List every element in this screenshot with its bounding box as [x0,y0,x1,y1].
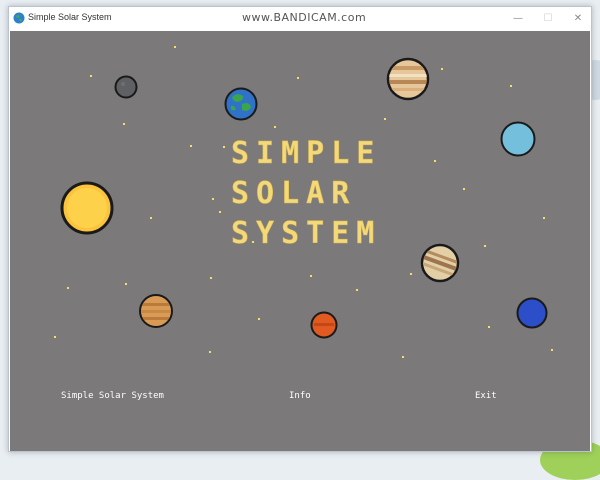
star [190,145,192,147]
star [54,336,56,338]
star [125,283,127,285]
menu-info-button[interactable]: Info [289,391,311,401]
jupiter-planet [386,57,430,101]
sun-planet [60,181,114,235]
app-icon [13,12,25,24]
star [551,349,553,351]
title-bar[interactable]: Simple Solar System www.BANDICAM.com — ☐… [9,7,591,30]
star [356,289,358,291]
star [258,318,260,320]
star [90,75,92,77]
star [310,275,312,277]
earth-planet [224,87,258,121]
star [410,273,412,275]
star [543,217,545,219]
mars-planet [310,311,338,339]
star [402,356,404,358]
saturn-planet [420,243,460,283]
close-icon: ✕ [573,13,583,24]
star [297,77,299,79]
star [488,326,490,328]
mercury-planet [114,75,138,99]
venus-planet [139,294,173,328]
star [150,217,152,219]
neptune-planet [516,297,548,329]
minimize-icon: — [513,13,523,24]
window-title: Simple Solar System [28,12,112,22]
menu-start-button[interactable]: Simple Solar System [61,391,164,401]
star [274,126,276,128]
maximize-icon: ☐ [543,13,553,24]
star [174,46,176,48]
game-title-line-3: SYSTEM [231,216,382,251]
star [210,277,212,279]
star [463,188,465,190]
star [123,123,125,125]
star [212,198,214,200]
uranus-planet [500,121,536,157]
close-button[interactable]: ✕ [563,7,593,30]
menu-exit-button[interactable]: Exit [475,391,497,401]
star [223,146,225,148]
minimize-button[interactable]: — [503,7,533,30]
star [484,245,486,247]
star [219,211,221,213]
star [441,68,443,70]
star [510,85,512,87]
watermark: www.BANDICAM.com [242,11,367,24]
game-title-line-1: SIMPLE [231,136,382,171]
star [67,287,69,289]
star [209,351,211,353]
game-canvas[interactable]: SIMPLE SOLAR SYSTEM Simple Solar System … [10,31,590,451]
star [384,118,386,120]
game-title-line-2: SOLAR [231,176,357,211]
star [434,160,436,162]
maximize-button[interactable]: ☐ [533,7,563,30]
app-window: Simple Solar System www.BANDICAM.com — ☐… [8,6,592,452]
